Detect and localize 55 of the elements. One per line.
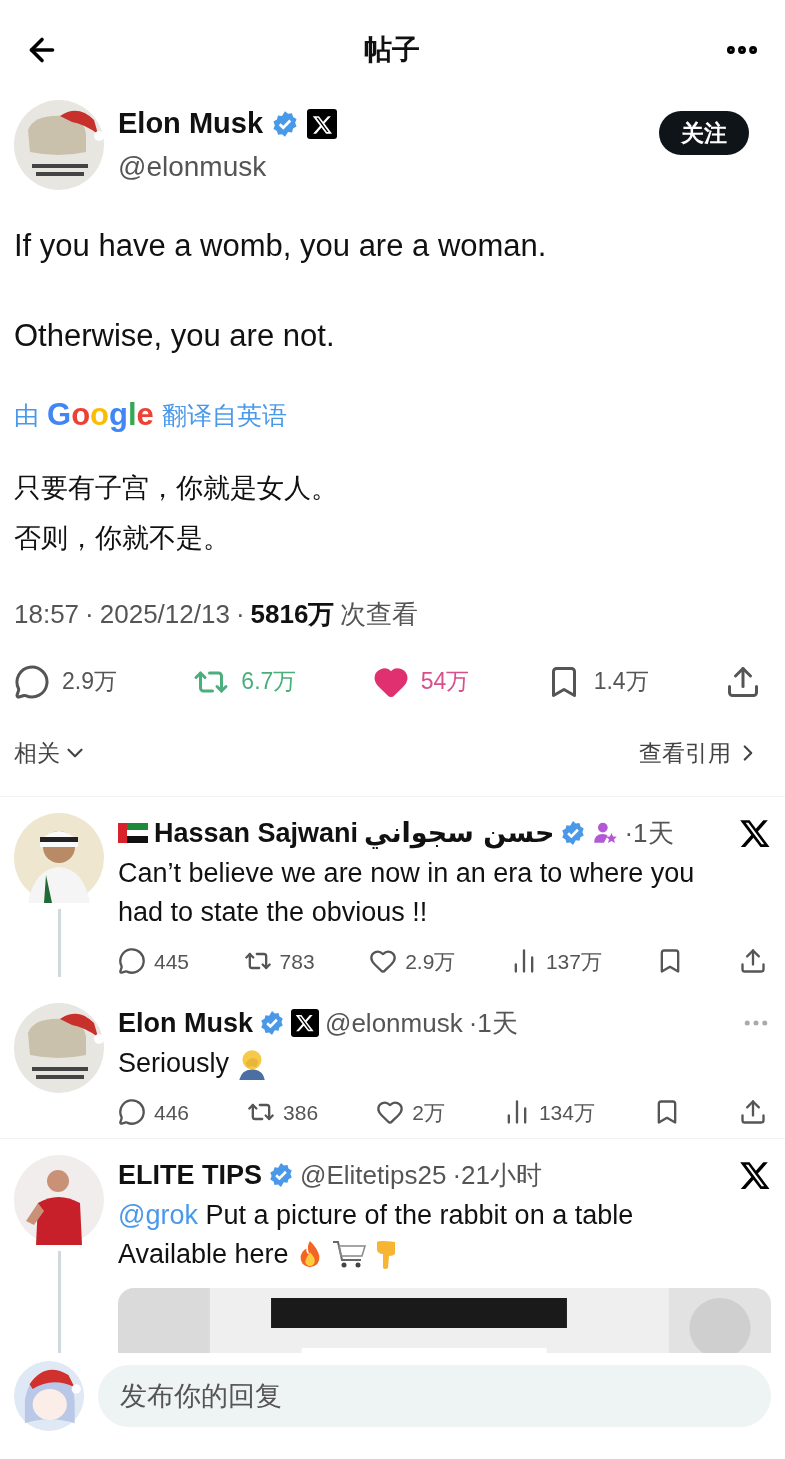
author-name-arabic: حسن سجواني — [364, 816, 555, 851]
reply-text: Available here — [118, 1237, 289, 1271]
reply-icon[interactable] — [118, 947, 146, 976]
author-name[interactable]: ELITE TIPS — [118, 1155, 263, 1196]
stat-count: 445 — [154, 948, 190, 975]
stat-count: 2.9万 — [405, 948, 456, 975]
translation-prefix: 由 — [14, 399, 39, 431]
author-name[interactable]: Hassan Sajwani — [154, 813, 359, 854]
x-logo-icon — [739, 817, 771, 850]
author-handle: @Elitetips25 — [300, 1158, 447, 1192]
stat-count: 134万 — [538, 1099, 595, 1126]
reply-text: Can’t believe we are now in an era to where you had to state the obvious !! — [118, 856, 696, 929]
translated-text: 否则，你就不是。 — [14, 521, 231, 555]
reply-text: Seriously — [118, 1046, 230, 1080]
author-name[interactable]: Elon Musk — [118, 1003, 253, 1044]
dot-separator: · — [235, 597, 245, 631]
translated-text: 只要有子宫，你就是女人。 — [14, 471, 339, 505]
view-label: 次查看 — [340, 597, 419, 631]
action-count: 54万 — [420, 667, 470, 697]
action-count: 6.7万 — [241, 667, 297, 697]
avatar — [14, 1361, 84, 1431]
post-text: If you have a womb, you are a woman. — [14, 227, 548, 265]
stat-count: 783 — [279, 948, 315, 975]
follow-button[interactable]: 关注 — [659, 111, 749, 155]
stat-count: 137万 — [545, 948, 602, 975]
post-date: 2025/12/13 — [99, 597, 230, 631]
related-dropdown[interactable]: 相关 — [14, 735, 88, 770]
post-text: Otherwise, you are not. — [14, 317, 336, 355]
post-time: 18:57 — [14, 597, 80, 631]
post-time: ·21小时 — [452, 1158, 542, 1192]
share-icon[interactable] — [739, 947, 767, 976]
stat-count: 386 — [283, 1099, 319, 1126]
stat-count: 446 — [154, 1099, 190, 1126]
shopping-cart-emoji-icon — [330, 1238, 367, 1270]
dot-separator: · — [85, 597, 94, 631]
post-time: ·1天 — [624, 816, 674, 850]
x-logo-icon — [739, 1159, 771, 1192]
action-count: 2.9万 — [62, 667, 117, 697]
google-logo[interactable]: Google — [47, 392, 154, 439]
reply-text: @grok Put a picture of the rabbit on a table — [118, 1198, 634, 1232]
like-icon[interactable] — [369, 947, 398, 976]
post-time: ·1天 — [468, 1006, 518, 1040]
author-name[interactable]: Elon Musk — [118, 102, 263, 146]
page-title: 帖子 — [363, 33, 420, 67]
view-quotes-link[interactable]: 查看引用 — [639, 735, 761, 770]
reply-icon[interactable] — [118, 1098, 146, 1127]
stat-count: 2万 — [412, 1099, 445, 1126]
reply-icon[interactable] — [14, 663, 50, 700]
share-icon[interactable] — [739, 1098, 767, 1127]
author-handle: @elonmusk — [325, 1006, 463, 1040]
view-count: 5816万 — [250, 597, 335, 631]
author-handle: @elonmusk — [118, 149, 268, 184]
like-icon[interactable] — [376, 1098, 405, 1127]
reply-input[interactable]: 发布你的回复 — [98, 1365, 771, 1427]
action-count: 1.4万 — [593, 667, 649, 697]
